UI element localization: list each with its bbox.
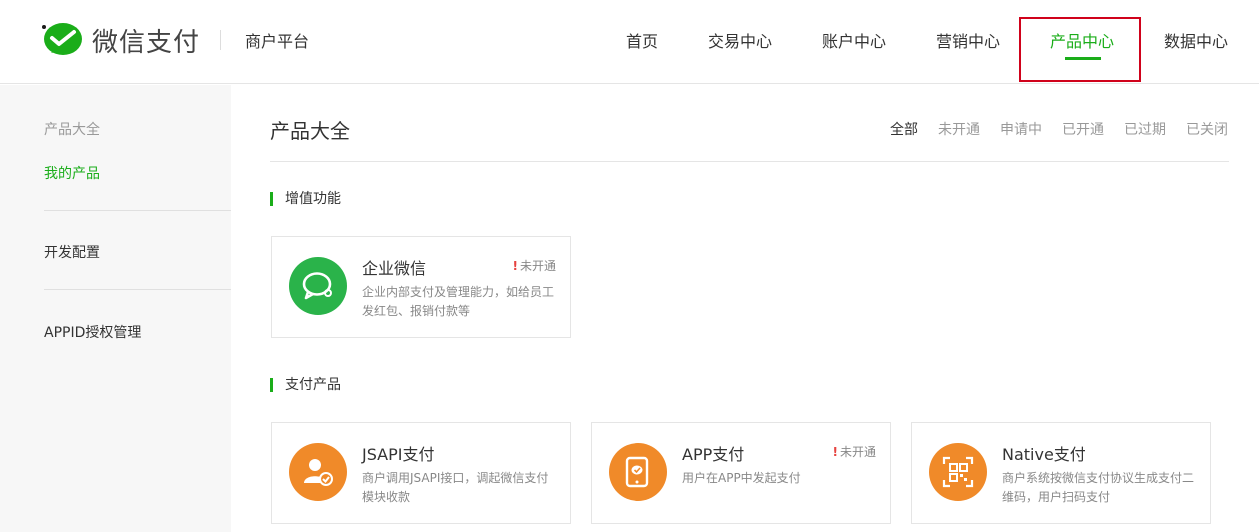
warning-icon: ! — [832, 445, 838, 459]
nav-account[interactable]: 账户中心 — [822, 28, 886, 52]
product-card-jsapi[interactable]: JSAPI支付 商户调用JSAPI接口，调起微信支付模块收款 — [271, 422, 571, 524]
chat-bubble-icon — [289, 257, 347, 315]
title-divider — [270, 161, 1229, 162]
top-header: 微信支付 商户平台 首页 交易中心 账户中心 营销中心 产品中心 数据中心 — [0, 0, 1259, 84]
warning-icon: ! — [512, 259, 518, 273]
qr-code-icon — [929, 443, 987, 501]
product-card-wework[interactable]: 企业微信 ! 未开通 企业内部支付及管理能力，如给员工发红包、报销付款等 — [271, 236, 571, 338]
status-text: 未开通 — [839, 445, 876, 459]
sidebar-item-dev-config[interactable]: 开发配置 — [44, 242, 100, 262]
filter-applying[interactable]: 申请中 — [1000, 119, 1042, 139]
status-filter-bar: 全部 未开通 申请中 已开通 已过期 已关闭 — [890, 119, 1228, 139]
nav-marketing[interactable]: 营销中心 — [936, 28, 1000, 52]
filter-activated[interactable]: 已开通 — [1062, 119, 1104, 139]
highlight-box — [1019, 17, 1141, 82]
section-title-value-added: 增值功能 — [270, 192, 341, 206]
product-title: 企业微信 — [362, 259, 427, 278]
sidebar-divider — [44, 289, 231, 290]
product-title: Native支付 — [1002, 445, 1086, 464]
product-title: APP支付 — [682, 445, 745, 464]
product-card-native[interactable]: Native支付 商户系统按微信支付协议生成支付二维码，用户扫码支付 — [911, 422, 1211, 524]
product-description: 商户调用JSAPI接口，调起微信支付模块收款 — [362, 471, 549, 504]
filter-all[interactable]: 全部 — [890, 119, 918, 139]
brand-name: 微信支付 — [92, 27, 201, 58]
status-text: 未开通 — [519, 259, 556, 273]
product-description: 商户系统按微信支付协议生成支付二维码，用户扫码支付 — [1002, 471, 1195, 504]
filter-not-activated[interactable]: 未开通 — [938, 119, 980, 139]
status-badge: ! 未开通 — [513, 257, 557, 274]
sidebar: 产品大全 我的产品 开发配置 APPID授权管理 — [0, 85, 231, 532]
product-title: JSAPI支付 — [362, 445, 435, 464]
sidebar-divider — [44, 210, 231, 211]
product-description: 用户在APP中发起支付 — [682, 471, 801, 485]
sidebar-item-my-products[interactable]: 我的产品 — [44, 163, 100, 183]
product-card-app[interactable]: APP支付 ! 未开通 用户在APP中发起支付 — [591, 422, 891, 524]
page-title: 产品大全 — [270, 119, 350, 143]
mobile-pay-icon — [609, 443, 667, 501]
product-description: 企业内部支付及管理能力，如给员工发红包、报销付款等 — [362, 285, 555, 318]
nav-home[interactable]: 首页 — [626, 28, 658, 52]
filter-expired[interactable]: 已过期 — [1124, 119, 1166, 139]
header-divider — [220, 30, 221, 50]
sidebar-item-appid-auth[interactable]: APPID授权管理 — [44, 322, 141, 342]
section-title-payment-products: 支付产品 — [270, 378, 341, 392]
filter-closed[interactable]: 已关闭 — [1186, 119, 1228, 139]
brand-logo[interactable]: 微信支付 — [42, 20, 200, 60]
nav-transactions[interactable]: 交易中心 — [708, 28, 772, 52]
merchant-platform-label: 商户平台 — [245, 32, 310, 51]
sidebar-group-title: 产品大全 — [44, 122, 100, 138]
status-badge: ! 未开通 — [833, 443, 877, 460]
wechat-pay-logo-icon — [42, 23, 82, 55]
nav-data[interactable]: 数据中心 — [1164, 28, 1228, 52]
user-check-icon — [289, 443, 347, 501]
